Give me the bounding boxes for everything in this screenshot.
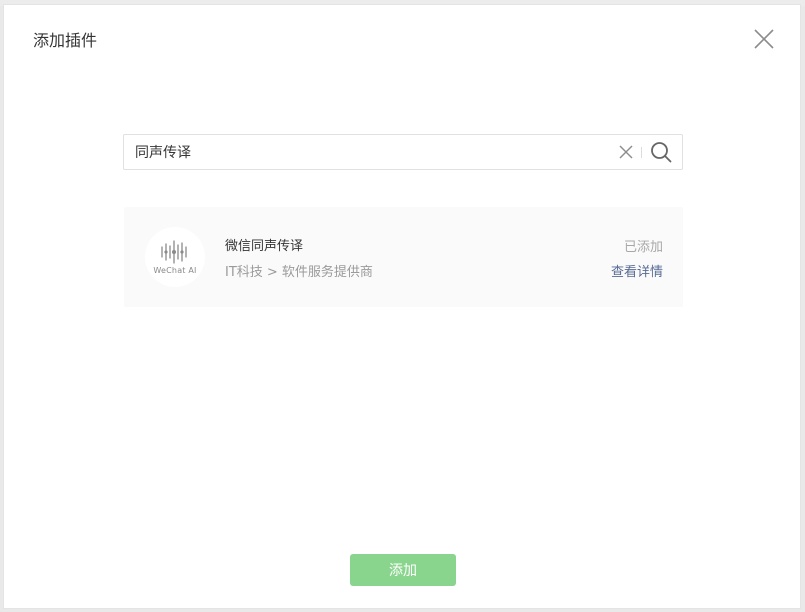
search-box: [123, 134, 683, 170]
close-dialog-button[interactable]: [752, 27, 776, 51]
search-divider: [641, 147, 642, 158]
close-icon: [619, 145, 633, 159]
clear-search-button[interactable]: [618, 144, 634, 160]
search-icon: [651, 142, 672, 163]
plugin-avatar: WeChat AI: [145, 227, 205, 287]
search-input[interactable]: [124, 135, 604, 169]
add-plugin-dialog: 添加插件 同声传译 WeChat AI 微信同声传译 IT科技 > 软件服务提供…: [3, 4, 801, 609]
add-button[interactable]: 添加: [350, 554, 456, 586]
dialog-title: 添加插件: [33, 31, 98, 50]
sound-wave-icon: [161, 240, 187, 264]
view-details-link[interactable]: 查看详情: [611, 261, 663, 280]
plugin-name: 微信同声传译: [225, 239, 304, 254]
close-icon: [754, 29, 774, 49]
added-status: 已添加: [623, 240, 663, 255]
search-button[interactable]: [650, 141, 672, 163]
plugin-result-card: WeChat AI 微信同声传译 IT科技 > 软件服务提供商 已添加 查看详情: [124, 207, 683, 307]
plugin-category: IT科技 > 软件服务提供商: [225, 265, 373, 280]
avatar-caption: WeChat AI: [153, 266, 197, 275]
